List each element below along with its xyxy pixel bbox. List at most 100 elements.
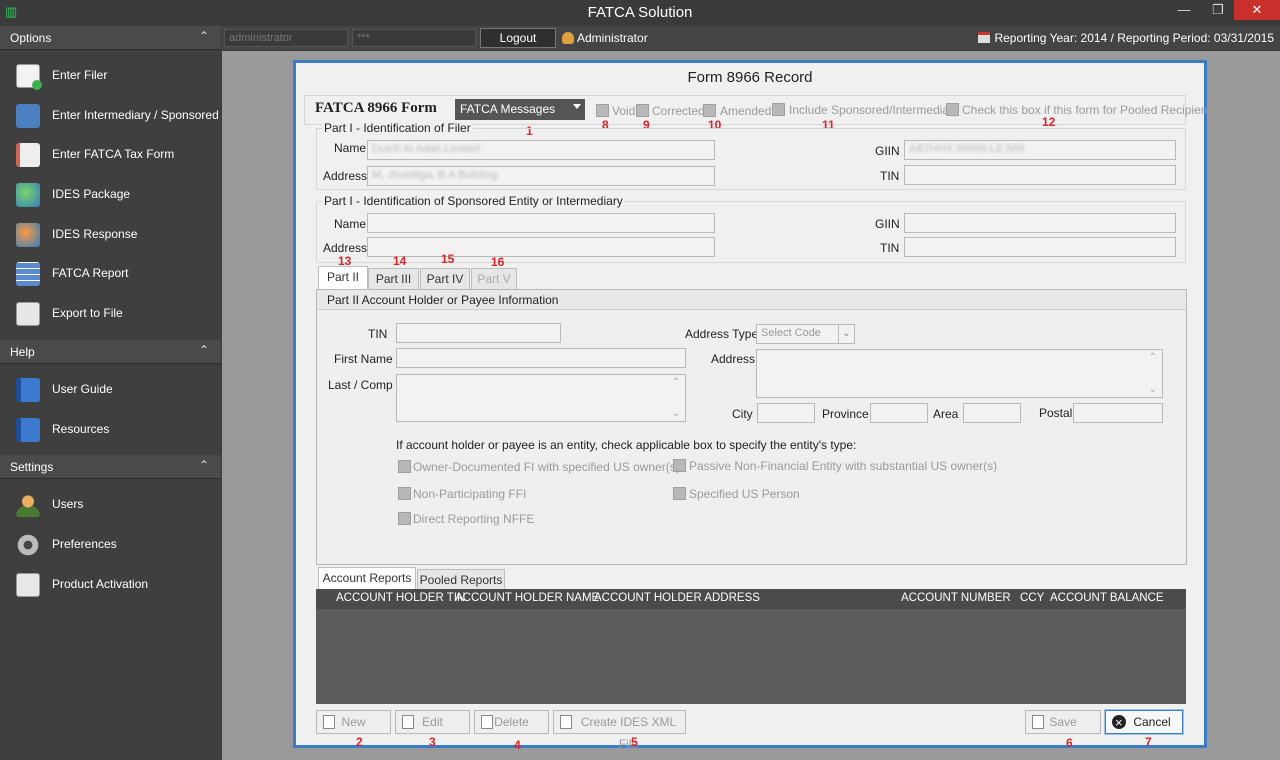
sidebar-item-enter-fatca-tax-form[interactable]: Enter FATCA Tax Form <box>0 135 221 175</box>
scroll-up-icon[interactable]: ⌃ <box>672 377 680 388</box>
marker-2: 2 <box>356 735 363 749</box>
sponsored-address-field[interactable] <box>367 237 715 257</box>
address-field[interactable]: ⌃ ⌄ <box>756 349 1163 398</box>
non-participating-checkbox[interactable] <box>398 487 411 500</box>
address-type-label: Address Type <box>685 327 759 341</box>
col-account-holder-address[interactable]: ACCOUNT HOLDER ADDRESS <box>594 592 760 604</box>
col-account-holder-name[interactable]: ACCOUNT HOLDER NAME <box>455 592 599 604</box>
filer-name-field[interactable]: Dutch Al Adah Limited <box>367 140 715 160</box>
address-type-select[interactable]: Select Code ⌄ <box>756 324 855 344</box>
sidebar-item-ides-package[interactable]: IDES Package <box>0 175 221 215</box>
help-header[interactable]: Help ⌃ <box>0 339 221 364</box>
logout-button[interactable]: Logout <box>480 28 556 48</box>
scroll-up-icon[interactable]: ⌃ <box>1149 352 1157 363</box>
xls-file-icon <box>16 302 40 327</box>
minimize-icon[interactable]: — <box>1170 0 1198 20</box>
help-header-label: Help <box>10 344 35 359</box>
col-account-balance[interactable]: ACCOUNT BALANCE <box>1050 592 1164 604</box>
passive-nfe-checkbox[interactable] <box>673 459 686 472</box>
tin-field[interactable] <box>396 323 561 343</box>
direct-reporting-checkbox[interactable] <box>398 512 411 525</box>
fatca-messages-value: FATCA Messages <box>460 102 556 116</box>
area-field[interactable] <box>963 403 1021 423</box>
filer-address-field[interactable]: M, Jhundiga, B.A Building <box>367 166 715 186</box>
delete-button-label: Delete <box>494 715 529 729</box>
sidebar-item-enter-intermediary[interactable]: Enter Intermediary / Sponsored <box>0 96 221 136</box>
cancel-button[interactable]: Cancel <box>1104 709 1184 735</box>
sidebar-item-ides-response[interactable]: IDES Response <box>0 215 221 255</box>
sidebar-item-fatca-report[interactable]: FATCA Report <box>0 254 221 294</box>
pooled-recipient-checkbox[interactable] <box>946 103 959 116</box>
sidebar-item-enter-filer[interactable]: Enter Filer <box>0 56 221 96</box>
tab-pooled-reports[interactable]: Pooled Reports <box>417 569 505 591</box>
edit-document-icon <box>402 715 414 729</box>
sidebar-item-user-guide[interactable]: User Guide <box>0 370 221 410</box>
col-account-number[interactable]: ACCOUNT NUMBER <box>901 592 1011 604</box>
pooled-recipient-label: Check this box if this form for Pooled R… <box>962 103 1211 117</box>
corrected-checkbox[interactable] <box>636 104 649 117</box>
filer-giin-value: AB7HHX.99999.LE.586 <box>909 143 1025 155</box>
part1-sponsored-title: Part I - Identification of Sponsored Ent… <box>322 194 625 208</box>
current-user: Administrator <box>562 31 648 45</box>
chevron-up-icon[interactable]: ⌃ <box>199 343 209 357</box>
marker-3: 3 <box>429 735 436 749</box>
chevron-up-icon[interactable]: ⌃ <box>199 458 209 472</box>
scroll-down-icon[interactable]: ⌄ <box>1149 384 1157 395</box>
close-window-icon[interactable]: ✕ <box>1234 0 1280 20</box>
sidebar-item-resources[interactable]: Resources <box>0 410 221 450</box>
chevron-up-icon[interactable]: ⌃ <box>199 29 209 43</box>
marker-14: 14 <box>393 254 407 268</box>
tab-part-v[interactable]: Part V <box>471 268 517 290</box>
sponsored-tin-field[interactable] <box>904 237 1176 257</box>
sidebar-item-preferences[interactable]: Preferences <box>0 525 221 565</box>
book-icon <box>16 417 40 442</box>
col-ccy[interactable]: CCY <box>1020 592 1044 604</box>
col-account-holder-tin[interactable]: ACCOUNT HOLDER TIN <box>336 592 465 604</box>
delete-button[interactable]: Delete <box>474 710 549 734</box>
sidebar-item-users[interactable]: Users <box>0 485 221 525</box>
edit-button[interactable]: Edit <box>395 710 470 734</box>
corrected-label: Corrected <box>652 104 705 118</box>
postal-field[interactable] <box>1073 403 1163 423</box>
sidebar-item-export-to-file[interactable]: Export to File <box>0 294 221 334</box>
sponsored-giin-field[interactable] <box>904 213 1176 233</box>
sidebar-item-product-activation[interactable]: Product Activation <box>0 565 221 605</box>
sponsored-name-field[interactable] <box>367 213 715 233</box>
top-toolbar: administrator *** Logout Administrator R… <box>222 26 1280 50</box>
scroll-down-icon[interactable]: ⌄ <box>672 408 680 419</box>
last-comp-field[interactable]: ⌃ ⌄ <box>396 374 686 422</box>
owner-documented-label: Owner-Documented FI with specified US ow… <box>413 460 680 474</box>
filer-giin-field[interactable]: AB7HHX.99999.LE.586 <box>904 140 1176 160</box>
cancel-button-label: Cancel <box>1133 715 1171 729</box>
amended-checkbox[interactable] <box>703 104 716 117</box>
create-xml-button[interactable]: Create IDES XML File <box>553 710 686 751</box>
filer-tin-field[interactable] <box>904 165 1176 185</box>
include-sponsored-checkbox[interactable] <box>772 103 785 116</box>
new-button[interactable]: New <box>316 710 391 734</box>
sidebar-item-label: Enter Filer <box>52 68 108 82</box>
specified-us-person-checkbox[interactable] <box>673 487 686 500</box>
tab-part-ii[interactable]: Part II <box>318 266 368 290</box>
username-field[interactable]: administrator <box>224 29 348 47</box>
restore-icon[interactable]: ❐ <box>1204 0 1232 20</box>
sidebar-item-label: IDES Package <box>52 187 131 202</box>
province-field[interactable] <box>870 403 928 423</box>
password-field[interactable]: *** <box>352 29 476 47</box>
save-button[interactable]: Save <box>1025 710 1101 734</box>
tab-account-reports[interactable]: Account Reports <box>318 567 416 591</box>
tab-part-iv[interactable]: Part IV <box>420 268 470 290</box>
non-participating-label: Non-Participating FFI <box>413 487 527 501</box>
options-header[interactable]: Options ⌃ <box>0 26 221 50</box>
marker-5: 5 <box>631 735 638 749</box>
city-field[interactable] <box>757 403 815 423</box>
settings-header[interactable]: Settings ⌃ <box>0 455 221 480</box>
gear-icon <box>16 532 40 557</box>
void-checkbox[interactable] <box>596 104 609 117</box>
owner-documented-checkbox[interactable] <box>398 460 411 473</box>
first-name-field[interactable] <box>396 348 686 368</box>
sidebar-item-label: Users <box>52 497 84 512</box>
book-icon <box>16 377 40 402</box>
accounts-table-body[interactable] <box>316 609 1186 704</box>
tab-part-iii[interactable]: Part III <box>368 268 419 290</box>
fatca-messages-combo[interactable]: FATCA Messages <box>455 99 585 120</box>
